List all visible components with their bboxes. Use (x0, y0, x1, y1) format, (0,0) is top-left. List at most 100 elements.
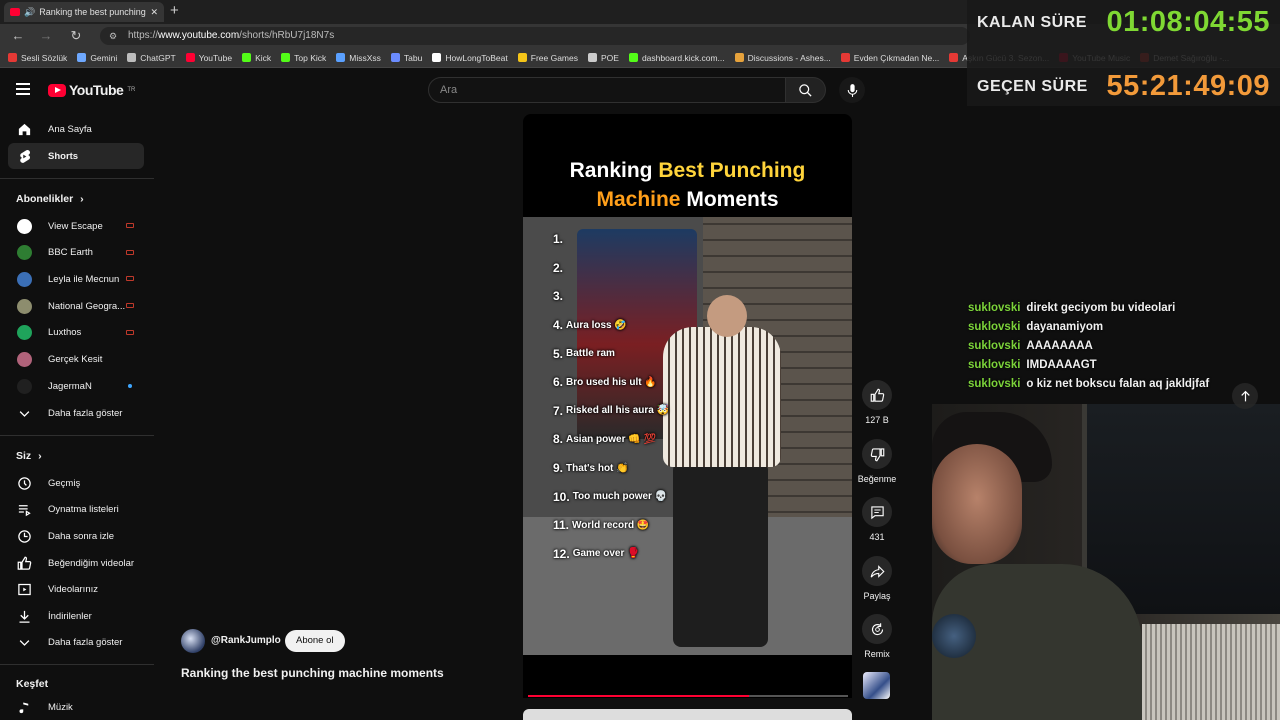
bookmark-item[interactable]: YouTube (185, 53, 232, 63)
comments-button[interactable]: 431 (856, 497, 898, 542)
sidebar-item[interactable]: Oynatma listeleri (8, 497, 144, 523)
sidebar-item[interactable]: Geçmiş (8, 470, 144, 496)
sidebar-item[interactable]: Luxthos (8, 320, 144, 346)
progress-bar[interactable] (528, 695, 848, 697)
sidebar-item-label: Shorts (48, 150, 79, 162)
sidebar-item[interactable]: Leyla ile Mecnun (8, 266, 144, 292)
sidebar-item[interactable]: JagermaN (8, 373, 144, 399)
sidebar-item[interactable]: Daha fazla göster (8, 400, 144, 426)
bookmark-label: Discussions - Ashes... (747, 52, 831, 63)
bookmark-item[interactable]: POE (588, 53, 619, 63)
bookmark-item[interactable]: Sesli Sözlük (8, 53, 67, 63)
arrow-up-icon (1240, 390, 1250, 401)
sidebar-section-heading: Keşfet (16, 678, 48, 690)
subscribe-button[interactable]: Abone ol (285, 630, 345, 652)
bookmark-item[interactable]: Tabu (390, 53, 422, 63)
sidebar-item[interactable]: İndirilenler (8, 604, 144, 630)
rank-entry: 10. Too much power 💀 (553, 482, 669, 511)
browser-tab[interactable]: 🔊 Ranking the best punching m ✕ (4, 2, 164, 22)
search-input[interactable]: Ara (428, 77, 786, 103)
rank-label: Bro used his ult 🔥 (566, 376, 657, 388)
rank-number: 1. (553, 232, 564, 247)
bookmark-item[interactable]: MissXss (336, 53, 381, 63)
forward-icon[interactable]: → (38, 28, 54, 44)
sidebar-item[interactable]: Müzik (8, 694, 144, 720)
url-field[interactable]: ⚙ https://www.youtube.com/shorts/hRbU7j1… (100, 27, 970, 45)
bookmark-favicon-icon (281, 53, 291, 62)
chat-message: suklovski direkt geciyom bu videolari (968, 302, 1209, 321)
bookmark-item[interactable]: Kick (242, 53, 271, 63)
sidebar-item[interactable]: Ana Sayfa (8, 116, 144, 142)
bookmark-item[interactable]: Gemini (77, 53, 117, 63)
bookmark-item[interactable]: Free Games (517, 53, 578, 63)
sidebar-item[interactable]: National Geogra... (8, 293, 144, 319)
sidebar-item-label: National Geogra... (48, 300, 126, 312)
youtube-logo[interactable]: YouTube TR (48, 82, 135, 98)
bookmark-favicon-icon (734, 53, 744, 62)
sidebar-item-label: Daha fazla göster (48, 636, 123, 648)
section-heading-label: Keşfet (16, 678, 49, 690)
comment-icon (862, 497, 892, 527)
bookmark-item[interactable]: Evden Çıkmadan Ne... (840, 53, 939, 63)
speaker-icon[interactable]: 🔊 (24, 7, 35, 18)
sidebar-item[interactable]: Daha sonra izle (8, 523, 144, 549)
new-tab-button[interactable]: + (170, 2, 179, 19)
elapsed-label: GEÇEN SÜRE (977, 78, 1088, 95)
rank-entry: 6. Bro used his ult 🔥 (553, 368, 669, 397)
rank-number: 4. (553, 318, 564, 333)
sidebar-section-heading[interactable]: Siz › (16, 450, 42, 462)
bookmark-item[interactable]: Discussions - Ashes... (734, 52, 831, 63)
site-info-icon[interactable]: ⚙ (109, 27, 117, 45)
bookmark-label: HowLongToBeat (445, 52, 508, 63)
bookmark-item[interactable]: HowLongToBeat (432, 52, 508, 63)
chat-message: suklovski o kiz net bokscu falan aq jakld… (968, 378, 1209, 397)
share-button[interactable]: Paylaş (856, 556, 898, 601)
sidebar-item[interactable]: Gerçek Kesit (8, 347, 144, 373)
sidebar-item[interactable]: Videolarınız (8, 577, 144, 603)
previous-short-button[interactable] (1232, 383, 1258, 409)
rank-number: 6. (553, 375, 564, 390)
sidebar-item-label: Luxthos (48, 327, 82, 339)
bookmark-label: Sesli Sözlük (21, 52, 68, 63)
search-button[interactable] (786, 77, 826, 103)
chat-username: suklovski (968, 321, 1021, 333)
sidebar-item[interactable]: Shorts (8, 143, 144, 169)
title-part: Ranking (569, 159, 659, 182)
menu-icon[interactable] (16, 83, 30, 98)
short-player[interactable]: Ranking Best Punching Machine Moments 1.… (523, 114, 852, 698)
comments-count: 431 (869, 532, 885, 542)
sidebar-item-label: View Escape (48, 220, 103, 232)
short-title[interactable]: Ranking the best punching machine moment… (181, 666, 444, 680)
your-videos-icon (16, 582, 32, 598)
sidebar-item[interactable]: Beğendiğim videolar (8, 550, 144, 576)
bookmark-label: MissXss (349, 52, 381, 63)
next-short-preview[interactable] (523, 709, 852, 720)
sidebar-item[interactable]: BBC Earth (8, 240, 144, 266)
channel-avatar-icon (16, 325, 32, 341)
voice-search-button[interactable] (839, 77, 865, 103)
sidebar-item[interactable]: View Escape (8, 213, 144, 239)
short-overlay-title: Ranking Best Punching Machine Moments (523, 156, 852, 214)
channel-avatar[interactable] (181, 629, 205, 653)
bookmark-item[interactable]: Top Kick (281, 53, 326, 63)
remix-button[interactable]: Remix (856, 614, 898, 659)
channel-name[interactable]: @RankJumplo (211, 635, 281, 646)
sidebar-section-heading[interactable]: Abonelikler › (16, 193, 84, 205)
reload-icon[interactable]: ↻ (68, 28, 84, 44)
video-frame[interactable]: 1. 2. 3. 4. Aura loss 🤣 5. Battle ram 6. Bro use… (523, 217, 852, 655)
sidebar-divider (0, 664, 154, 665)
rank-entry: 12. Game over 🥊 (553, 540, 669, 569)
title-part-highlight: Best Punching (658, 159, 806, 182)
person-shirt (663, 327, 781, 467)
close-tab-icon[interactable]: ✕ (150, 7, 158, 18)
bookmark-item[interactable]: ChatGPT (127, 53, 176, 63)
chat-text: direkt geciyom bu videolari (1026, 302, 1176, 314)
like-button[interactable]: 127 B (856, 380, 898, 425)
sidebar-item[interactable]: Daha fazla göster (8, 629, 144, 655)
sidebar-divider (0, 178, 154, 179)
sound-thumbnail[interactable] (863, 672, 890, 699)
back-icon[interactable]: ← (10, 28, 26, 44)
dislike-button[interactable]: Beğenme (856, 439, 898, 484)
section-heading-label: Abonelikler (16, 193, 74, 205)
bookmark-item[interactable]: dashboard.kick.com... (628, 53, 725, 63)
